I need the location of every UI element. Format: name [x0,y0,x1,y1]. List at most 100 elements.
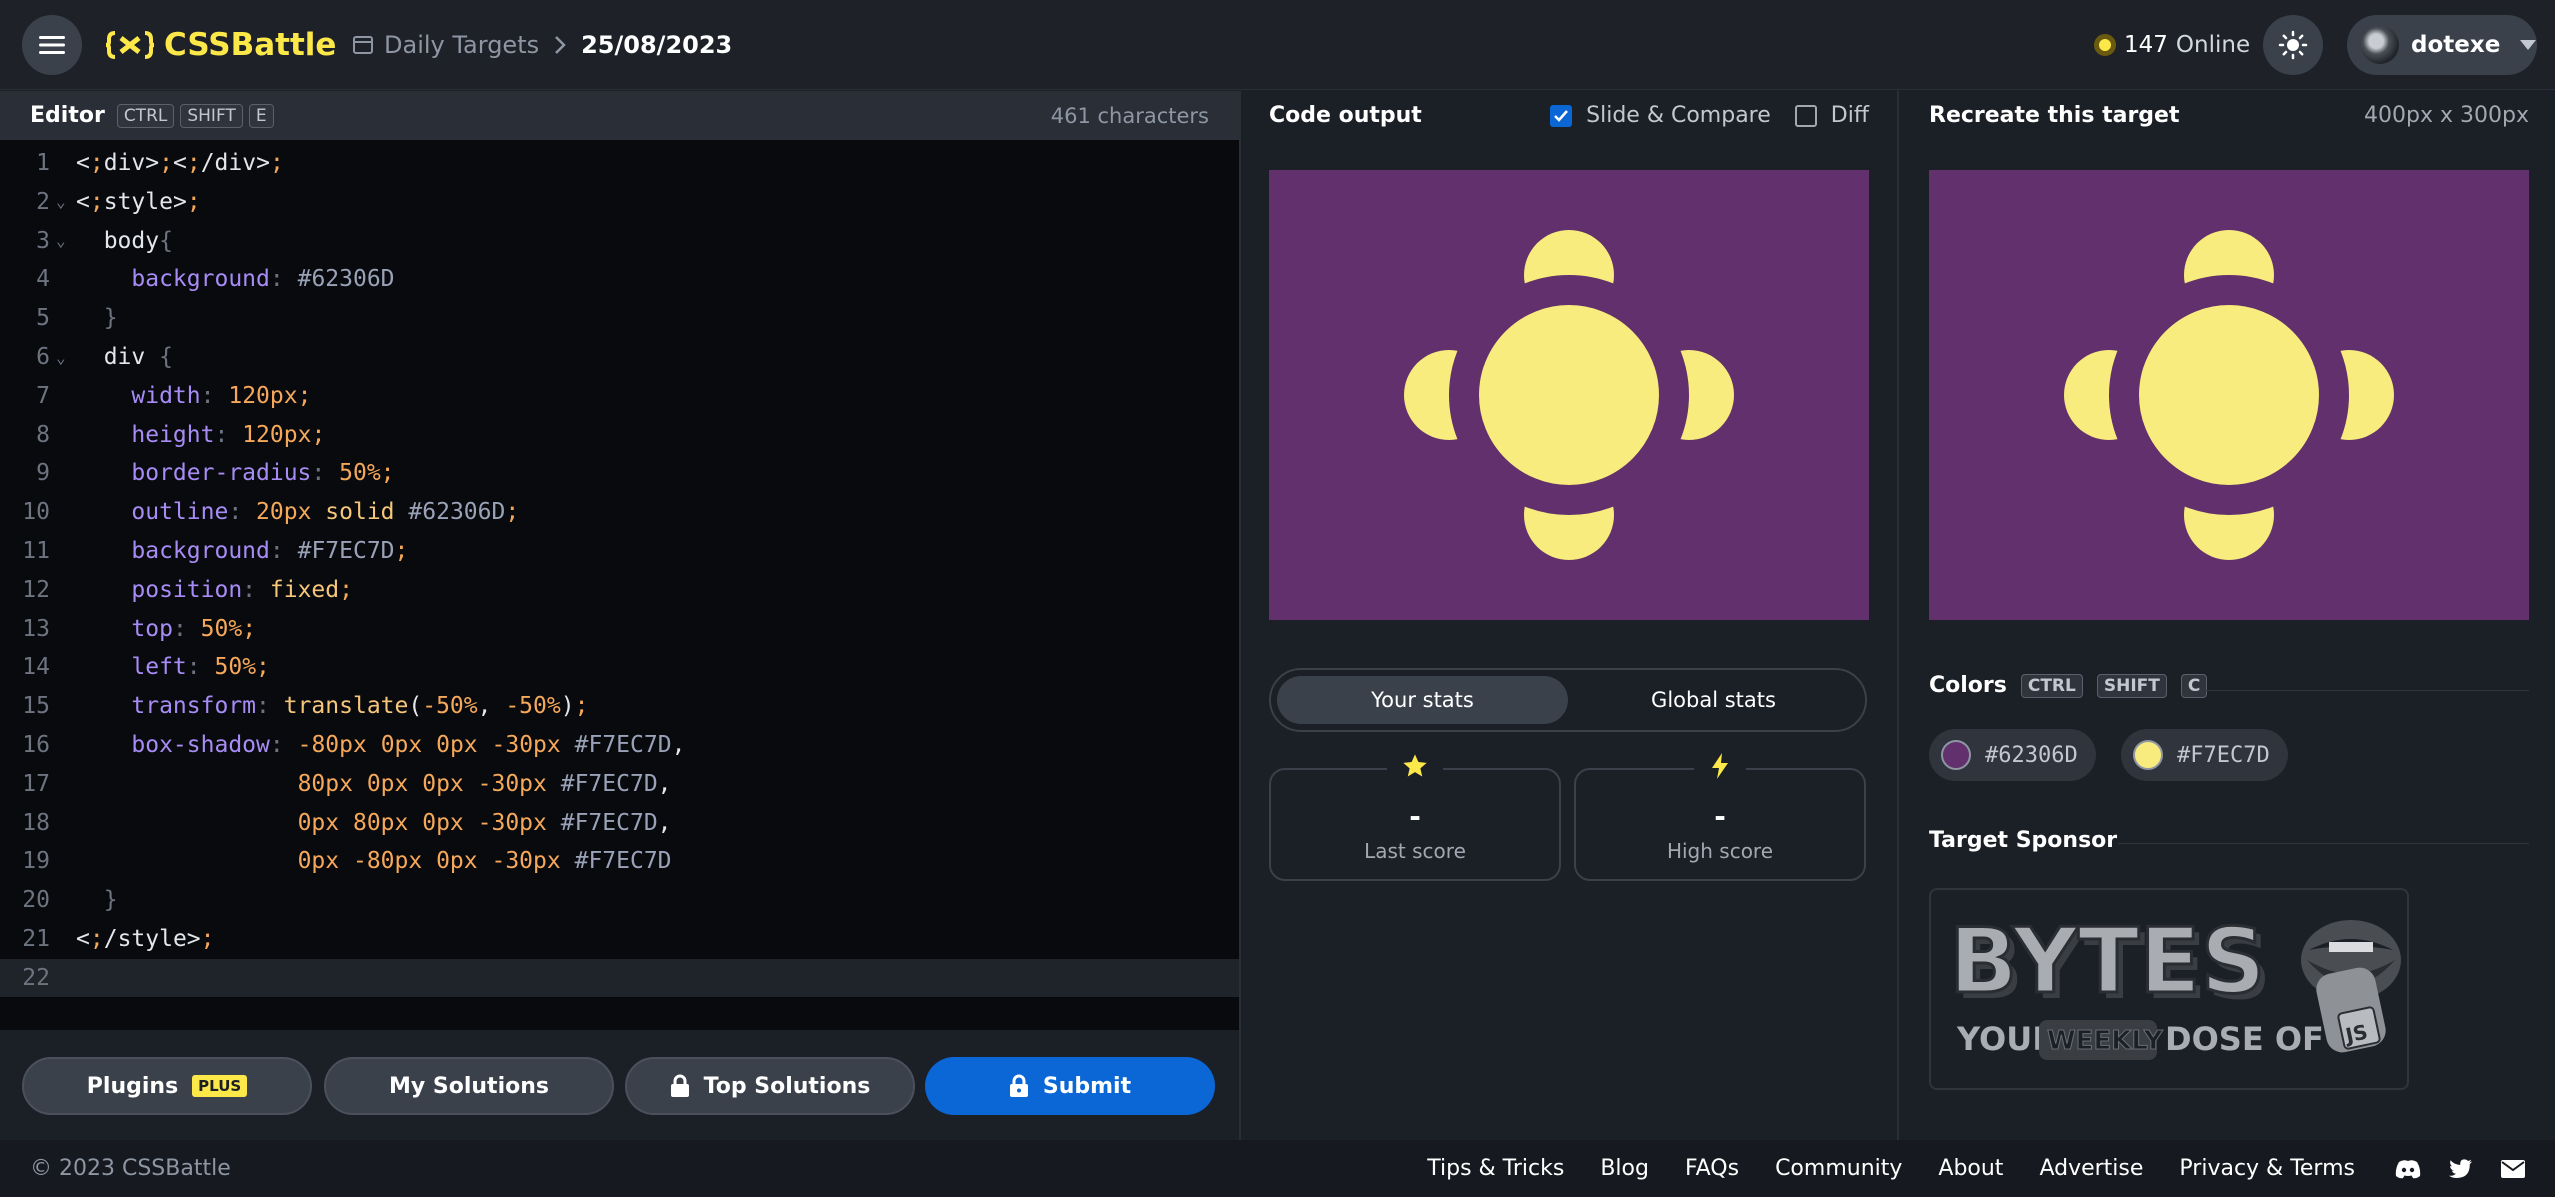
online-label: Online [2175,32,2251,58]
fold-chevron-icon[interactable]: ⌄ [52,348,76,367]
footer-link-faqs[interactable]: FAQs [1685,1156,1739,1181]
footer-link-privacy[interactable]: Privacy & Terms [2179,1156,2355,1181]
tab-your-stats[interactable]: Your stats [1277,676,1568,724]
code-text: box-shadow: -80px 0px 0px -30px #F7EC7D, [131,732,686,758]
footer-link-about[interactable]: About [1938,1156,2003,1181]
code-line[interactable]: 11 background: #F7EC7D; [0,532,1239,570]
submit-button[interactable]: Submit [925,1057,1215,1115]
line-number: 11 [22,538,50,564]
twitter-icon[interactable] [2449,1158,2473,1179]
lock-icon [1009,1074,1028,1097]
code-text: } [103,305,118,332]
footer-link-advertise[interactable]: Advertise [2039,1156,2143,1181]
star-icon-wrap [1387,752,1443,784]
code-line[interactable]: 17 80px 0px 0px -30px #F7EC7D, [0,765,1239,803]
color-dot [2133,740,2163,770]
top-solutions-button[interactable]: Top Solutions [625,1057,915,1115]
code-text: 0px 80px 0px -30px #F7EC7D, [297,809,672,836]
footer-links: Tips & Tricks Blog FAQs Community About … [1427,1156,2355,1181]
plugins-button[interactable]: Plugins PLUS [22,1057,312,1115]
high-score-value: - [1714,800,1726,833]
code-line[interactable]: 14 left: 50%; [0,648,1239,686]
submit-label: Submit [1042,1073,1132,1099]
code-line[interactable]: 1 <;div>;<;/div>; [0,144,1239,182]
line-number: 13 [22,615,50,642]
slide-compare-toggle[interactable]: Slide & Compare [1550,103,1771,128]
color-dot [1941,740,1971,770]
last-score-value: - [1409,800,1421,833]
code-line[interactable]: 8 height: 120px; [0,416,1239,454]
footer-link-blog[interactable]: Blog [1600,1156,1649,1181]
line-number: 22 [22,964,50,991]
tab-global-stats[interactable]: Global stats [1568,676,1859,724]
menu-button[interactable] [22,15,82,75]
online-indicator: 147 Online [2094,25,2250,65]
logo-text: CSSBattle [164,27,337,63]
code-line[interactable]: 19 0px -80px 0px -30px #F7EC7D [0,842,1239,880]
breadcrumb-date: 25/08/2023 [581,31,733,59]
line-number: 12 [22,576,50,603]
code-line[interactable]: 21 <;/style>; [0,920,1239,958]
line-number: 8 [36,421,50,448]
code-line[interactable]: 13 top: 50%; [0,610,1239,648]
breadcrumb-daily-targets[interactable]: Daily Targets [352,31,539,59]
last-score-label: Last score [1364,839,1466,863]
code-output-preview[interactable] [1269,170,1869,620]
user-menu-button[interactable]: dotexe [2347,15,2537,75]
chevron-right-icon [555,36,566,54]
code-line[interactable]: 16 box-shadow: -80px 0px 0px -30px #F7EC… [0,726,1239,764]
output-title: Code output [1269,103,1422,128]
code-line[interactable]: 12 position: fixed; [0,571,1239,609]
color-hex: #62306D [1985,742,2078,768]
code-line[interactable]: 7 width: 120px; [0,377,1239,415]
code-line[interactable]: 3 ⌄ body{ [0,222,1239,260]
slide-compare-checkbox[interactable] [1550,104,1573,127]
code-line[interactable]: 10 outline: 20px solid #62306D; [0,493,1239,531]
code-line[interactable]: 5 } [0,299,1239,337]
code-text: background: #F7EC7D; [131,538,409,564]
color-swatch[interactable]: #62306D [1929,729,2096,781]
diff-checkbox[interactable] [1794,104,1817,127]
caret-down-icon [2520,40,2537,50]
target-image [1929,170,2529,620]
code-text: outline: 20px solid #62306D; [131,499,520,526]
online-count: 147 [2124,32,2168,58]
code-line[interactable]: 9 border-radius: 50%; [0,454,1239,492]
high-score-label: High score [1666,839,1774,863]
lock-icon [670,1074,689,1097]
my-solutions-button[interactable]: My Solutions [324,1057,614,1115]
pane-divider[interactable] [1239,91,1241,1141]
code-line[interactable]: 20 } [0,881,1239,919]
plus-badge: PLUS [192,1075,248,1097]
diff-label: Diff [1830,103,1869,128]
code-editor[interactable]: 1 <;div>;<;/div>; 2 ⌄ <;style>; 3 ⌄ body{4 bac… [0,140,1239,1030]
theme-toggle-button[interactable] [2263,15,2323,75]
code-text: body{ [76,227,173,254]
code-line[interactable]: 2 ⌄ <;style>; [0,183,1239,221]
sponsor-card[interactable]: BYTES BYTES YOUR WEEKLY DOSE OF JS [1929,888,2409,1090]
code-line[interactable]: 4 background: #62306D [0,260,1239,298]
footer-link-community[interactable]: Community [1775,1156,1902,1181]
color-swatch[interactable]: #F7EC7D [2121,729,2288,781]
code-line[interactable]: 18 0px 80px 0px -30px #F7EC7D, [0,804,1239,842]
code-text: <;style>; [76,188,201,215]
preview-center-circle [1449,275,1689,515]
shortcut-key: C [2180,673,2208,698]
code-text: <;/style>; [76,926,215,952]
code-line[interactable]: 15 transform: translate(-50%, -50%); [0,687,1239,725]
code-line[interactable]: 6 ⌄ div { [0,338,1239,376]
section-divider [2118,843,2529,844]
hamburger-icon [39,36,65,54]
code-text: left: 50%; [131,654,270,681]
code-line[interactable]: 22 [0,958,1239,997]
pane-divider[interactable] [1897,91,1899,1141]
email-icon[interactable] [2501,1159,2525,1178]
social-links [2395,1158,2525,1179]
footer-link-tips[interactable]: Tips & Tricks [1427,1156,1564,1181]
fold-chevron-icon[interactable]: ⌄ [52,192,76,211]
logo[interactable]: CSSBattle [106,25,336,65]
fold-chevron-icon[interactable]: ⌄ [52,231,76,250]
discord-icon[interactable] [2395,1159,2421,1179]
online-dot-icon [2094,34,2116,56]
diff-toggle[interactable]: Diff [1794,103,1869,128]
